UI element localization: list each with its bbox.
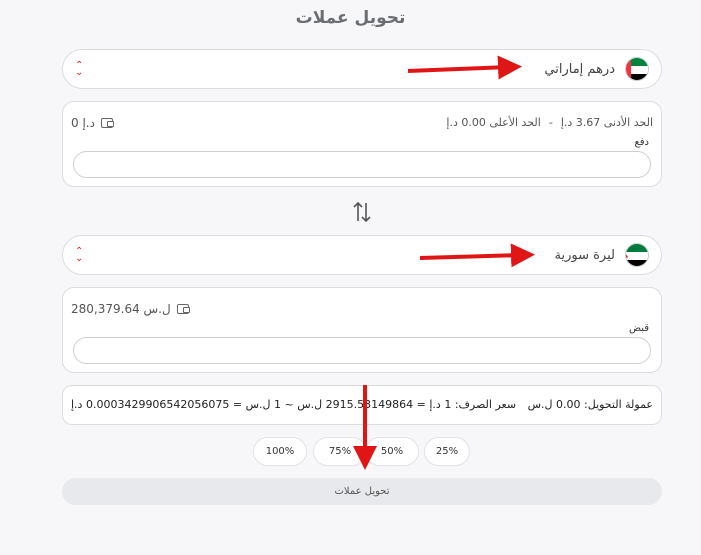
to-currency-select[interactable]: ★★★ ليرة سورية ⌃⌄ <box>62 235 662 275</box>
percent-50-button[interactable]: 50% <box>365 437 419 466</box>
max-limit: الحد الأعلى 0.00 د.إ <box>446 116 541 129</box>
to-amount-panel: 280,379.64 ل.س قبض <box>62 287 662 373</box>
wallet-icon <box>176 304 190 314</box>
swap-icon[interactable] <box>351 200 373 224</box>
receive-label: قبض <box>628 323 649 334</box>
convert-button[interactable]: تحويل عملات <box>62 478 662 505</box>
receive-input[interactable] <box>73 337 651 364</box>
syria-flag-icon: ★★★ <box>625 243 649 267</box>
fee-text: عمولة التحويل: 0.00 ل.س <box>527 398 653 411</box>
to-balance: 280,379.64 ل.س <box>71 302 190 316</box>
min-limit: الحد الأدنى 3.67 د.إ <box>560 116 653 129</box>
wallet-icon <box>100 118 114 128</box>
from-currency-name: درهم إماراتي <box>544 61 615 77</box>
percent-100-button[interactable]: 100% <box>253 437 307 466</box>
from-balance: 0 د.إ <box>71 116 114 130</box>
rate-text: سعر الصرف: 1 د.إ = 2915.53149864 ل.س ~ 1… <box>71 398 517 411</box>
from-currency-select[interactable]: درهم إماراتي ⌃ ⌄ <box>62 49 662 89</box>
pay-input[interactable] <box>73 151 651 178</box>
percent-25-button[interactable]: 25% <box>424 437 470 466</box>
chevron-updown-icon: ⌃ ⌄ <box>75 60 84 78</box>
page-title: تحويل عملات <box>295 8 406 28</box>
conversion-info: عمولة التحويل: 0.00 ل.س سعر الصرف: 1 د.إ… <box>62 385 662 425</box>
uae-flag-icon <box>625 57 649 81</box>
from-amount-panel: الحد الأدنى 3.67 د.إ-الحد الأعلى 0.00 د.… <box>62 101 662 187</box>
from-balance-value: 0 د.إ <box>71 116 95 130</box>
limits-text: الحد الأدنى 3.67 د.إ-الحد الأعلى 0.00 د.… <box>446 116 653 129</box>
svg-text:★★★: ★★★ <box>625 254 629 261</box>
limit-separator: - <box>548 116 553 129</box>
percent-75-button[interactable]: 75% <box>313 437 367 466</box>
to-currency-name: ليرة سورية <box>554 247 615 263</box>
chevron-updown-icon: ⌃ ⌄ <box>75 246 84 264</box>
to-balance-value: 280,379.64 ل.س <box>71 302 171 316</box>
pay-label: دفع <box>634 137 649 148</box>
